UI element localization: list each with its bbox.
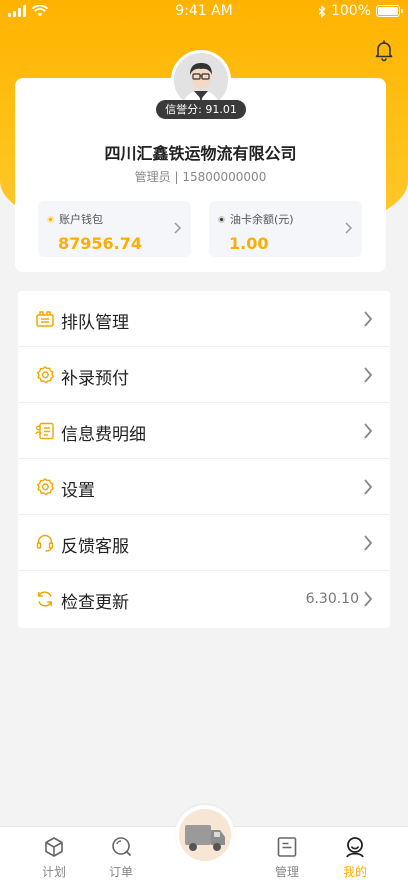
truck-icon	[179, 809, 231, 861]
tab-label: 我的	[342, 865, 367, 879]
credit-score-badge: 信誉分: 91.01	[156, 100, 246, 119]
bell-icon[interactable]	[372, 38, 396, 62]
chevron-right-icon	[364, 479, 373, 495]
company-name: 四川汇鑫铁运物流有限公司	[104, 144, 297, 163]
headset-icon	[36, 534, 54, 552]
menu-label: 检查更新	[61, 593, 129, 613]
avatar-image	[174, 53, 228, 107]
menu-list: 排队管理 补录预付 信息费明细 设置 反馈客服 检查更新 6.30.10	[18, 291, 390, 628]
gear-icon	[37, 478, 54, 496]
fuel-label: 油卡余额(元)	[230, 213, 294, 226]
menu-label: 补录预付	[61, 369, 129, 389]
battery-icon	[376, 5, 403, 17]
bluetooth-icon	[318, 4, 326, 18]
wallet-amount: 87956.74	[58, 234, 143, 253]
app-version: 6.30.10	[305, 591, 359, 607]
refresh-icon	[38, 591, 52, 607]
menu-item-settings[interactable]: 设置	[18, 459, 390, 515]
menu-label: 设置	[61, 481, 95, 501]
gear-icon	[37, 366, 54, 384]
menu-item-queue-management[interactable]: 排队管理	[18, 291, 390, 347]
menu-item-info-fee-details[interactable]: 信息费明细	[18, 403, 390, 459]
tab-label: 订单	[108, 865, 133, 879]
menu-item-check-update[interactable]: 检查更新 6.30.10	[18, 571, 390, 627]
list-icon	[277, 837, 297, 857]
info-fee-icon	[35, 422, 54, 440]
menu-label: 反馈客服	[61, 537, 129, 557]
chevron-right-icon	[345, 222, 352, 234]
wallet-dot-icon	[47, 215, 54, 223]
chevron-right-icon	[364, 311, 373, 327]
chevron-right-icon	[364, 535, 373, 551]
chevron-right-icon	[364, 367, 373, 383]
account-wallet-card[interactable]: 账户钱包 87956.74	[38, 201, 191, 257]
fuel-amount: 1.00	[229, 234, 269, 253]
menu-label: 信息费明细	[61, 425, 146, 445]
menu-item-supplementary-prepay[interactable]: 补录预付	[18, 347, 390, 403]
user-icon	[346, 837, 364, 858]
tab-mine[interactable]: 我的	[330, 835, 380, 880]
tab-label: 计划	[41, 865, 66, 879]
status-bar: 9:41 AM 100%	[0, 0, 408, 26]
search-icon	[112, 837, 131, 856]
wallet-label-row: 账户钱包	[47, 211, 103, 227]
chevron-right-icon	[364, 591, 373, 607]
user-role: 管理员 | 15800000000	[134, 170, 267, 184]
box-icon	[45, 837, 63, 857]
tab-orders[interactable]: 订单	[96, 835, 146, 880]
tab-label: 管理	[274, 865, 299, 879]
fuel-label-row: 油卡余额(元)	[218, 211, 294, 227]
fuel-dot-icon	[218, 215, 225, 223]
queue-icon	[36, 311, 54, 327]
tab-manage[interactable]: 管理	[262, 835, 312, 880]
menu-item-feedback-service[interactable]: 反馈客服	[18, 515, 390, 571]
chevron-right-icon	[364, 423, 373, 439]
status-right: 100%	[318, 3, 403, 19]
wallet-label: 账户钱包	[59, 213, 103, 226]
tab-plan[interactable]: 计划	[29, 835, 79, 880]
fuel-card-balance-card[interactable]: 油卡余额(元) 1.00	[209, 201, 362, 257]
chevron-right-icon	[174, 222, 181, 234]
menu-label: 排队管理	[61, 313, 129, 333]
battery-percent: 100%	[330, 3, 371, 19]
center-truck-button[interactable]	[175, 805, 235, 865]
